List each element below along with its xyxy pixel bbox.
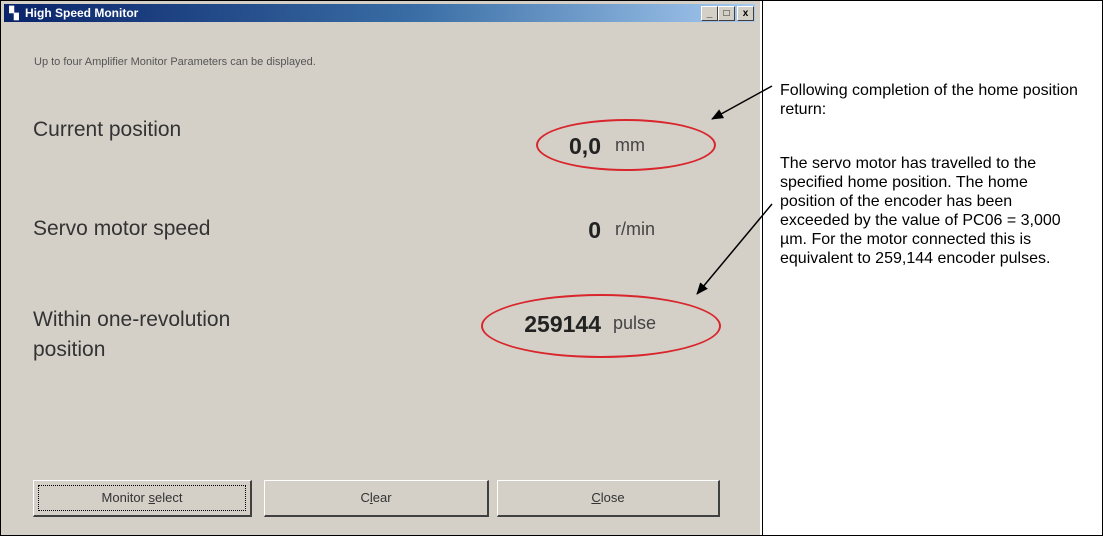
highlight-circle <box>481 294 721 358</box>
annotation-note-home-return: Following completion of the home positio… <box>780 82 1078 118</box>
servo-motor-speed-label: Servo motor speed <box>33 217 211 240</box>
servo-motor-speed-unit: r/min <box>615 219 655 239</box>
highlight-circle <box>536 119 716 171</box>
title-bar[interactable]: ▚ High Speed Monitor _ □ x <box>4 4 755 22</box>
app-icon: ▚ <box>9 6 19 20</box>
minimize-button[interactable]: _ <box>701 6 718 21</box>
clear-button[interactable]: Clear <box>264 480 489 517</box>
high-speed-monitor-window: ▚ High Speed Monitor _ □ x Up to four Am… <box>1 1 760 535</box>
close-window-button[interactable]: x <box>737 6 754 21</box>
close-button[interactable]: Close <box>497 480 720 517</box>
current-position-label: Current position <box>33 118 182 141</box>
monitor-select-button[interactable]: Monitor select <box>33 480 252 517</box>
window-title: High Speed Monitor <box>25 6 139 20</box>
hint-text: Up to four Amplifier Monitor Parameters … <box>34 56 316 68</box>
servo-motor-speed-value: 0 <box>588 217 601 243</box>
figure-divider <box>762 0 763 536</box>
maximize-button[interactable]: □ <box>718 6 735 21</box>
within-one-revolution-label-line2: position <box>33 338 106 361</box>
within-one-revolution-label-line1: Within one-revolution <box>33 308 231 331</box>
annotation-note-explanation: The servo motor has travelled to the spe… <box>780 155 1061 267</box>
